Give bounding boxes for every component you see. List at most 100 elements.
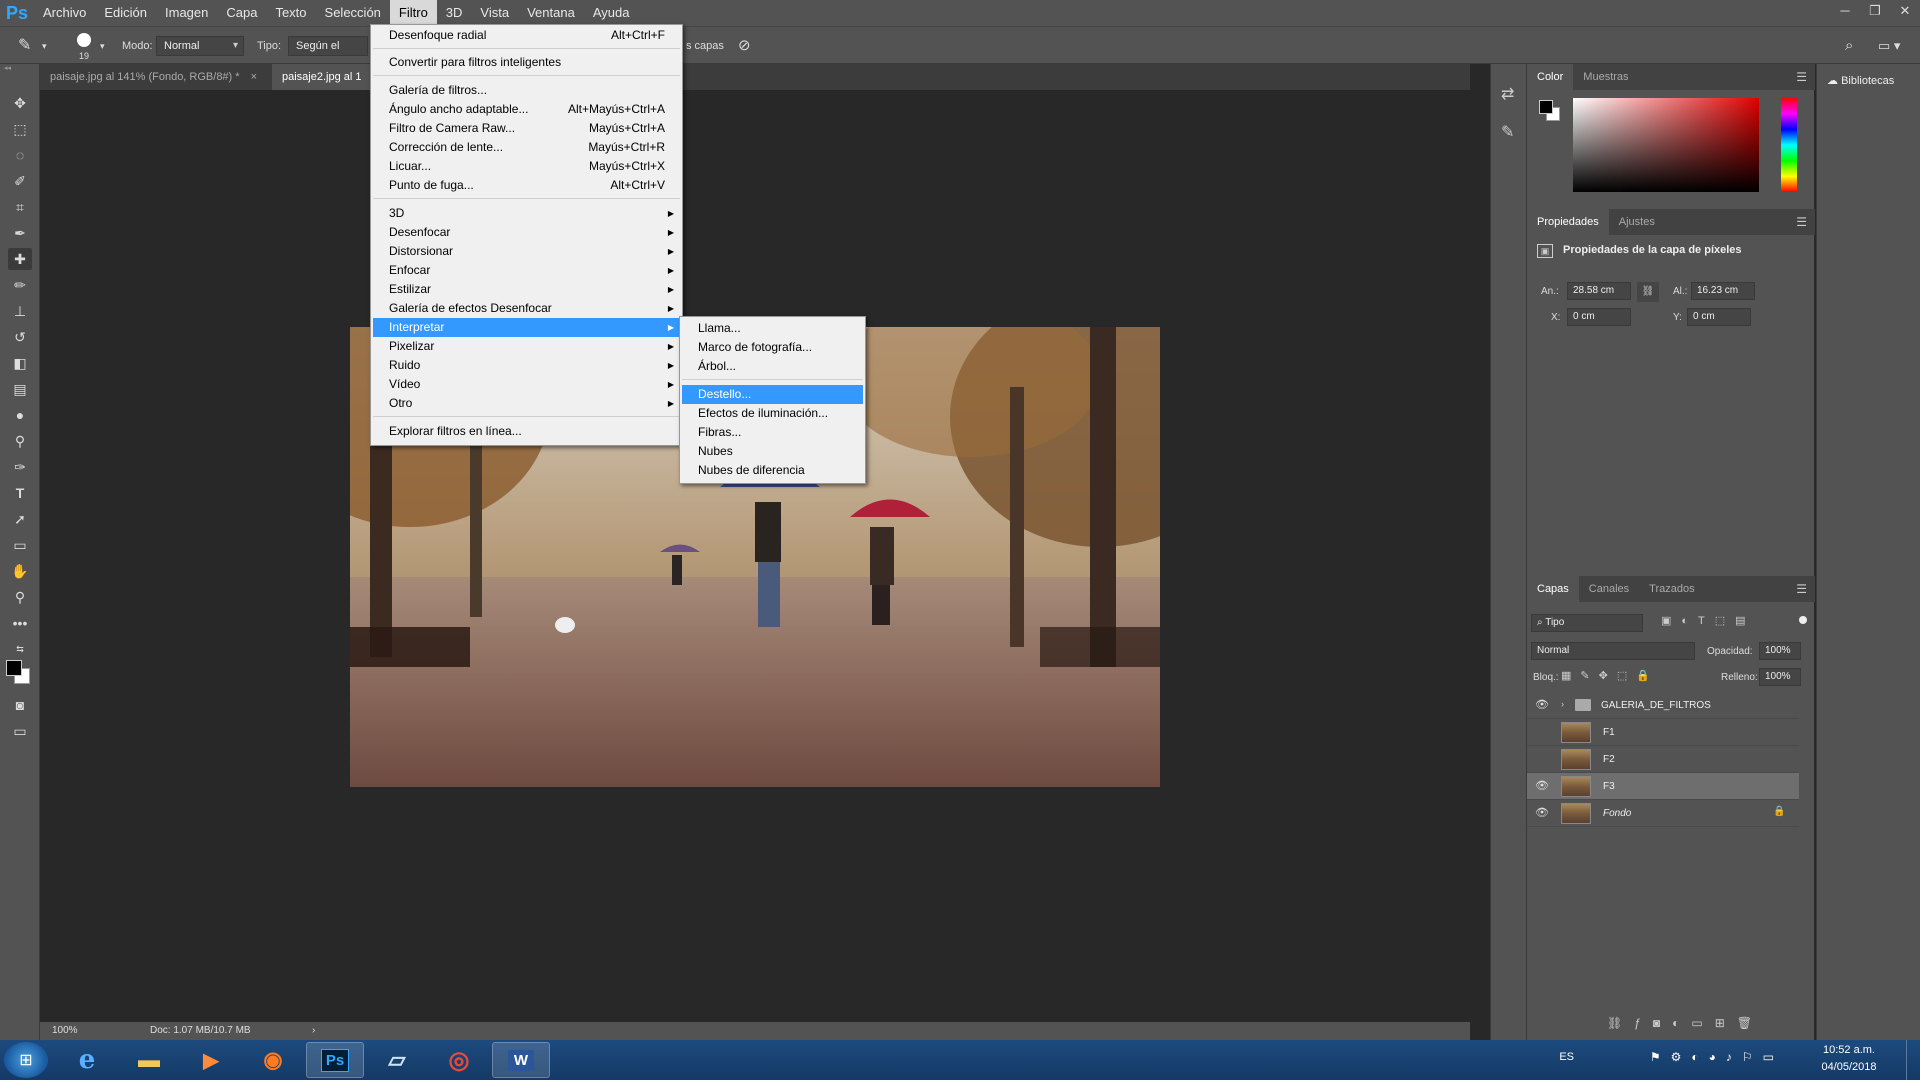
close-icon[interactable]: ✕ xyxy=(1890,0,1920,22)
tab-muestras[interactable]: Muestras xyxy=(1573,64,1638,90)
width-input[interactable]: 28.58 cm xyxy=(1567,282,1631,300)
link-icon[interactable]: ⛓ xyxy=(1637,282,1659,302)
search-icon[interactable]: ⌕ xyxy=(1845,27,1853,65)
history-panel-icon[interactable]: ⇄ xyxy=(1501,84,1514,104)
mode-select[interactable]: Normal xyxy=(156,36,244,56)
menu-item-estilizar[interactable]: Estilizar ▶ xyxy=(373,280,680,299)
brush-settings-icon[interactable]: ✎ xyxy=(1501,122,1514,142)
history-brush-tool-icon[interactable]: ↺ xyxy=(8,326,32,348)
opacity-input[interactable]: 100% xyxy=(1759,642,1801,660)
libraries-button[interactable]: ☁ Bibliotecas xyxy=(1827,74,1894,87)
workspace-icon[interactable]: ▭ ▾ xyxy=(1878,27,1900,65)
layer-filter-select[interactable]: ⌕ Tipo xyxy=(1531,614,1643,632)
menu-item-nubes[interactable]: Nubes xyxy=(682,442,863,461)
internet-explorer-icon[interactable]: e xyxy=(58,1042,116,1078)
menu-item-explorar-filtros[interactable]: Explorar filtros en línea... xyxy=(373,422,680,441)
menu-item-punto-fuga[interactable]: Punto de fuga... Alt+Ctrl+V xyxy=(373,176,680,195)
more-tools-icon[interactable]: ••• xyxy=(8,612,32,634)
screen-mode-icon[interactable]: ▭ xyxy=(8,720,32,742)
menu-item-destello[interactable]: Destello... xyxy=(682,385,863,404)
file-explorer-icon[interactable]: ▬ xyxy=(120,1042,178,1078)
menu-item-interpretar[interactable]: Interpretar ▶ xyxy=(373,318,680,337)
menu-ayuda[interactable]: Ayuda xyxy=(584,0,639,26)
visibility-toggle-empty[interactable] xyxy=(1535,725,1549,739)
marquee-tool-icon[interactable]: ⬚ xyxy=(8,118,32,140)
x-input[interactable]: 0 cm xyxy=(1567,308,1631,326)
lock-icons[interactable]: ▦✎✥⬚🔒 xyxy=(1561,669,1659,682)
layers-bottom-icons[interactable]: ⛓ƒ◙◐▭⊞🗑 xyxy=(1607,1016,1764,1030)
clone-stamp-tool-icon[interactable]: ⊥ xyxy=(8,300,32,322)
hand-tool-icon[interactable]: ✋ xyxy=(8,560,32,582)
menu-seleccion[interactable]: Selección xyxy=(316,0,390,26)
menu-item-convertir-filtros[interactable]: Convertir para filtros inteligentes xyxy=(373,53,680,72)
quick-mask-icon[interactable]: ◙ xyxy=(8,694,32,716)
pressure-icon[interactable]: ⊘ xyxy=(738,27,751,65)
menu-item-angulo-ancho[interactable]: Ángulo ancho adaptable... Alt+Mayús+Ctrl+… xyxy=(373,100,680,119)
visibility-toggle-empty[interactable] xyxy=(1535,752,1549,766)
filter-toggle-icon[interactable] xyxy=(1799,616,1807,624)
height-input[interactable]: 16.23 cm xyxy=(1691,282,1755,300)
menu-item-correccion-lente[interactable]: Corrección de lente... Mayús+Ctrl+R xyxy=(373,138,680,157)
menu-ventana[interactable]: Ventana xyxy=(518,0,584,26)
menu-item-galeria-filtros[interactable]: Galería de filtros... xyxy=(373,81,680,100)
menu-edicion[interactable]: Edición xyxy=(95,0,156,26)
menu-item-video[interactable]: Vídeo ▶ xyxy=(373,375,680,394)
visibility-eye-icon[interactable]: 👁 xyxy=(1535,779,1549,793)
menu-texto[interactable]: Texto xyxy=(266,0,315,26)
menu-item-otro[interactable]: Otro ▶ xyxy=(373,394,680,413)
layer-row-f2[interactable]: F2 xyxy=(1527,746,1799,773)
blur-tool-icon[interactable]: ● xyxy=(8,404,32,426)
tab-color[interactable]: Color xyxy=(1527,64,1574,90)
lasso-tool-icon[interactable]: ◌ xyxy=(8,144,32,166)
hue-slider[interactable] xyxy=(1781,98,1797,192)
notepad-icon[interactable]: ▱ xyxy=(368,1042,426,1078)
menu-item-nubes-diferencia[interactable]: Nubes de diferencia xyxy=(682,461,863,480)
tab-canales[interactable]: Canales xyxy=(1579,576,1639,602)
visibility-eye-icon[interactable]: 👁 xyxy=(1535,806,1549,820)
tab-paisaje[interactable]: paisaje.jpg al 141% (Fondo, RGB/8#) * × xyxy=(40,64,272,90)
expand-chevron-icon[interactable]: › xyxy=(1561,699,1564,709)
tool-preset-dropdown-icon[interactable]: ▾ xyxy=(42,27,47,65)
tab-close-icon[interactable]: × xyxy=(251,71,257,83)
type-tool-icon[interactable]: T xyxy=(8,482,32,504)
menu-archivo[interactable]: Archivo xyxy=(34,0,95,26)
spot-healing-tool-icon[interactable]: ✚ xyxy=(8,248,32,270)
chrome-icon[interactable]: ◎ xyxy=(430,1042,488,1078)
eyedropper-tool-icon[interactable]: ✒ xyxy=(8,222,32,244)
toolbar-collapse-icon[interactable]: ◂◂ xyxy=(0,64,40,74)
zoom-tool-icon[interactable]: ⚲ xyxy=(8,586,32,608)
minimize-icon[interactable]: ─ xyxy=(1830,0,1860,22)
media-player-icon[interactable]: ▶ xyxy=(182,1042,240,1078)
menu-item-fibras[interactable]: Fibras... xyxy=(682,423,863,442)
dodge-tool-icon[interactable]: ⚲ xyxy=(8,430,32,452)
gradient-tool-icon[interactable]: ▤ xyxy=(8,378,32,400)
tab-capas[interactable]: Capas xyxy=(1527,576,1579,602)
menu-imagen[interactable]: Imagen xyxy=(156,0,217,26)
menu-item-efectos-iluminacion[interactable]: Efectos de iluminación... xyxy=(682,404,863,423)
menu-item-camera-raw[interactable]: Filtro de Camera Raw... Mayús+Ctrl+A xyxy=(373,119,680,138)
swap-colors-icon[interactable]: ⇆ xyxy=(8,638,32,660)
eraser-tool-icon[interactable]: ◧ xyxy=(8,352,32,374)
menu-item-llama[interactable]: Llama... xyxy=(682,319,863,338)
menu-item-enfocar[interactable]: Enfocar ▶ xyxy=(373,261,680,280)
path-selection-tool-icon[interactable]: ➚ xyxy=(8,508,32,530)
menu-item-3d[interactable]: 3D ▶ xyxy=(373,204,680,223)
menu-item-arbol[interactable]: Árbol... xyxy=(682,357,863,376)
menu-filtro[interactable]: Filtro xyxy=(389,0,437,26)
menu-item-desenfocar[interactable]: Desenfocar ▶ xyxy=(373,223,680,242)
blend-mode-select[interactable]: Normal xyxy=(1531,642,1695,660)
tray-icons[interactable]: ⚑⚙◐◕♪⚐▭ xyxy=(1650,1050,1784,1064)
language-indicator[interactable]: ES xyxy=(1559,1051,1574,1063)
layer-row-f3[interactable]: 👁 F3 xyxy=(1527,773,1799,800)
menu-item-pixelizar[interactable]: Pixelizar ▶ xyxy=(373,337,680,356)
rectangle-tool-icon[interactable]: ▭ xyxy=(8,534,32,556)
restore-icon[interactable]: ❐ xyxy=(1860,0,1890,22)
menu-capa[interactable]: Capa xyxy=(217,0,266,26)
brush-dropdown-icon[interactable]: ▾ xyxy=(100,27,105,65)
menu-item-desenfoque-radial[interactable]: Desenfoque radial Alt+Ctrl+F xyxy=(373,26,680,45)
type-select[interactable]: Según el conten xyxy=(288,36,368,56)
layer-row-group[interactable]: 👁 › GALERIA_DE_FILTROS xyxy=(1527,692,1799,719)
color-picker-field[interactable] xyxy=(1573,98,1759,192)
quick-selection-tool-icon[interactable]: ✐ xyxy=(8,170,32,192)
move-tool-icon[interactable]: ✥ xyxy=(8,92,32,114)
